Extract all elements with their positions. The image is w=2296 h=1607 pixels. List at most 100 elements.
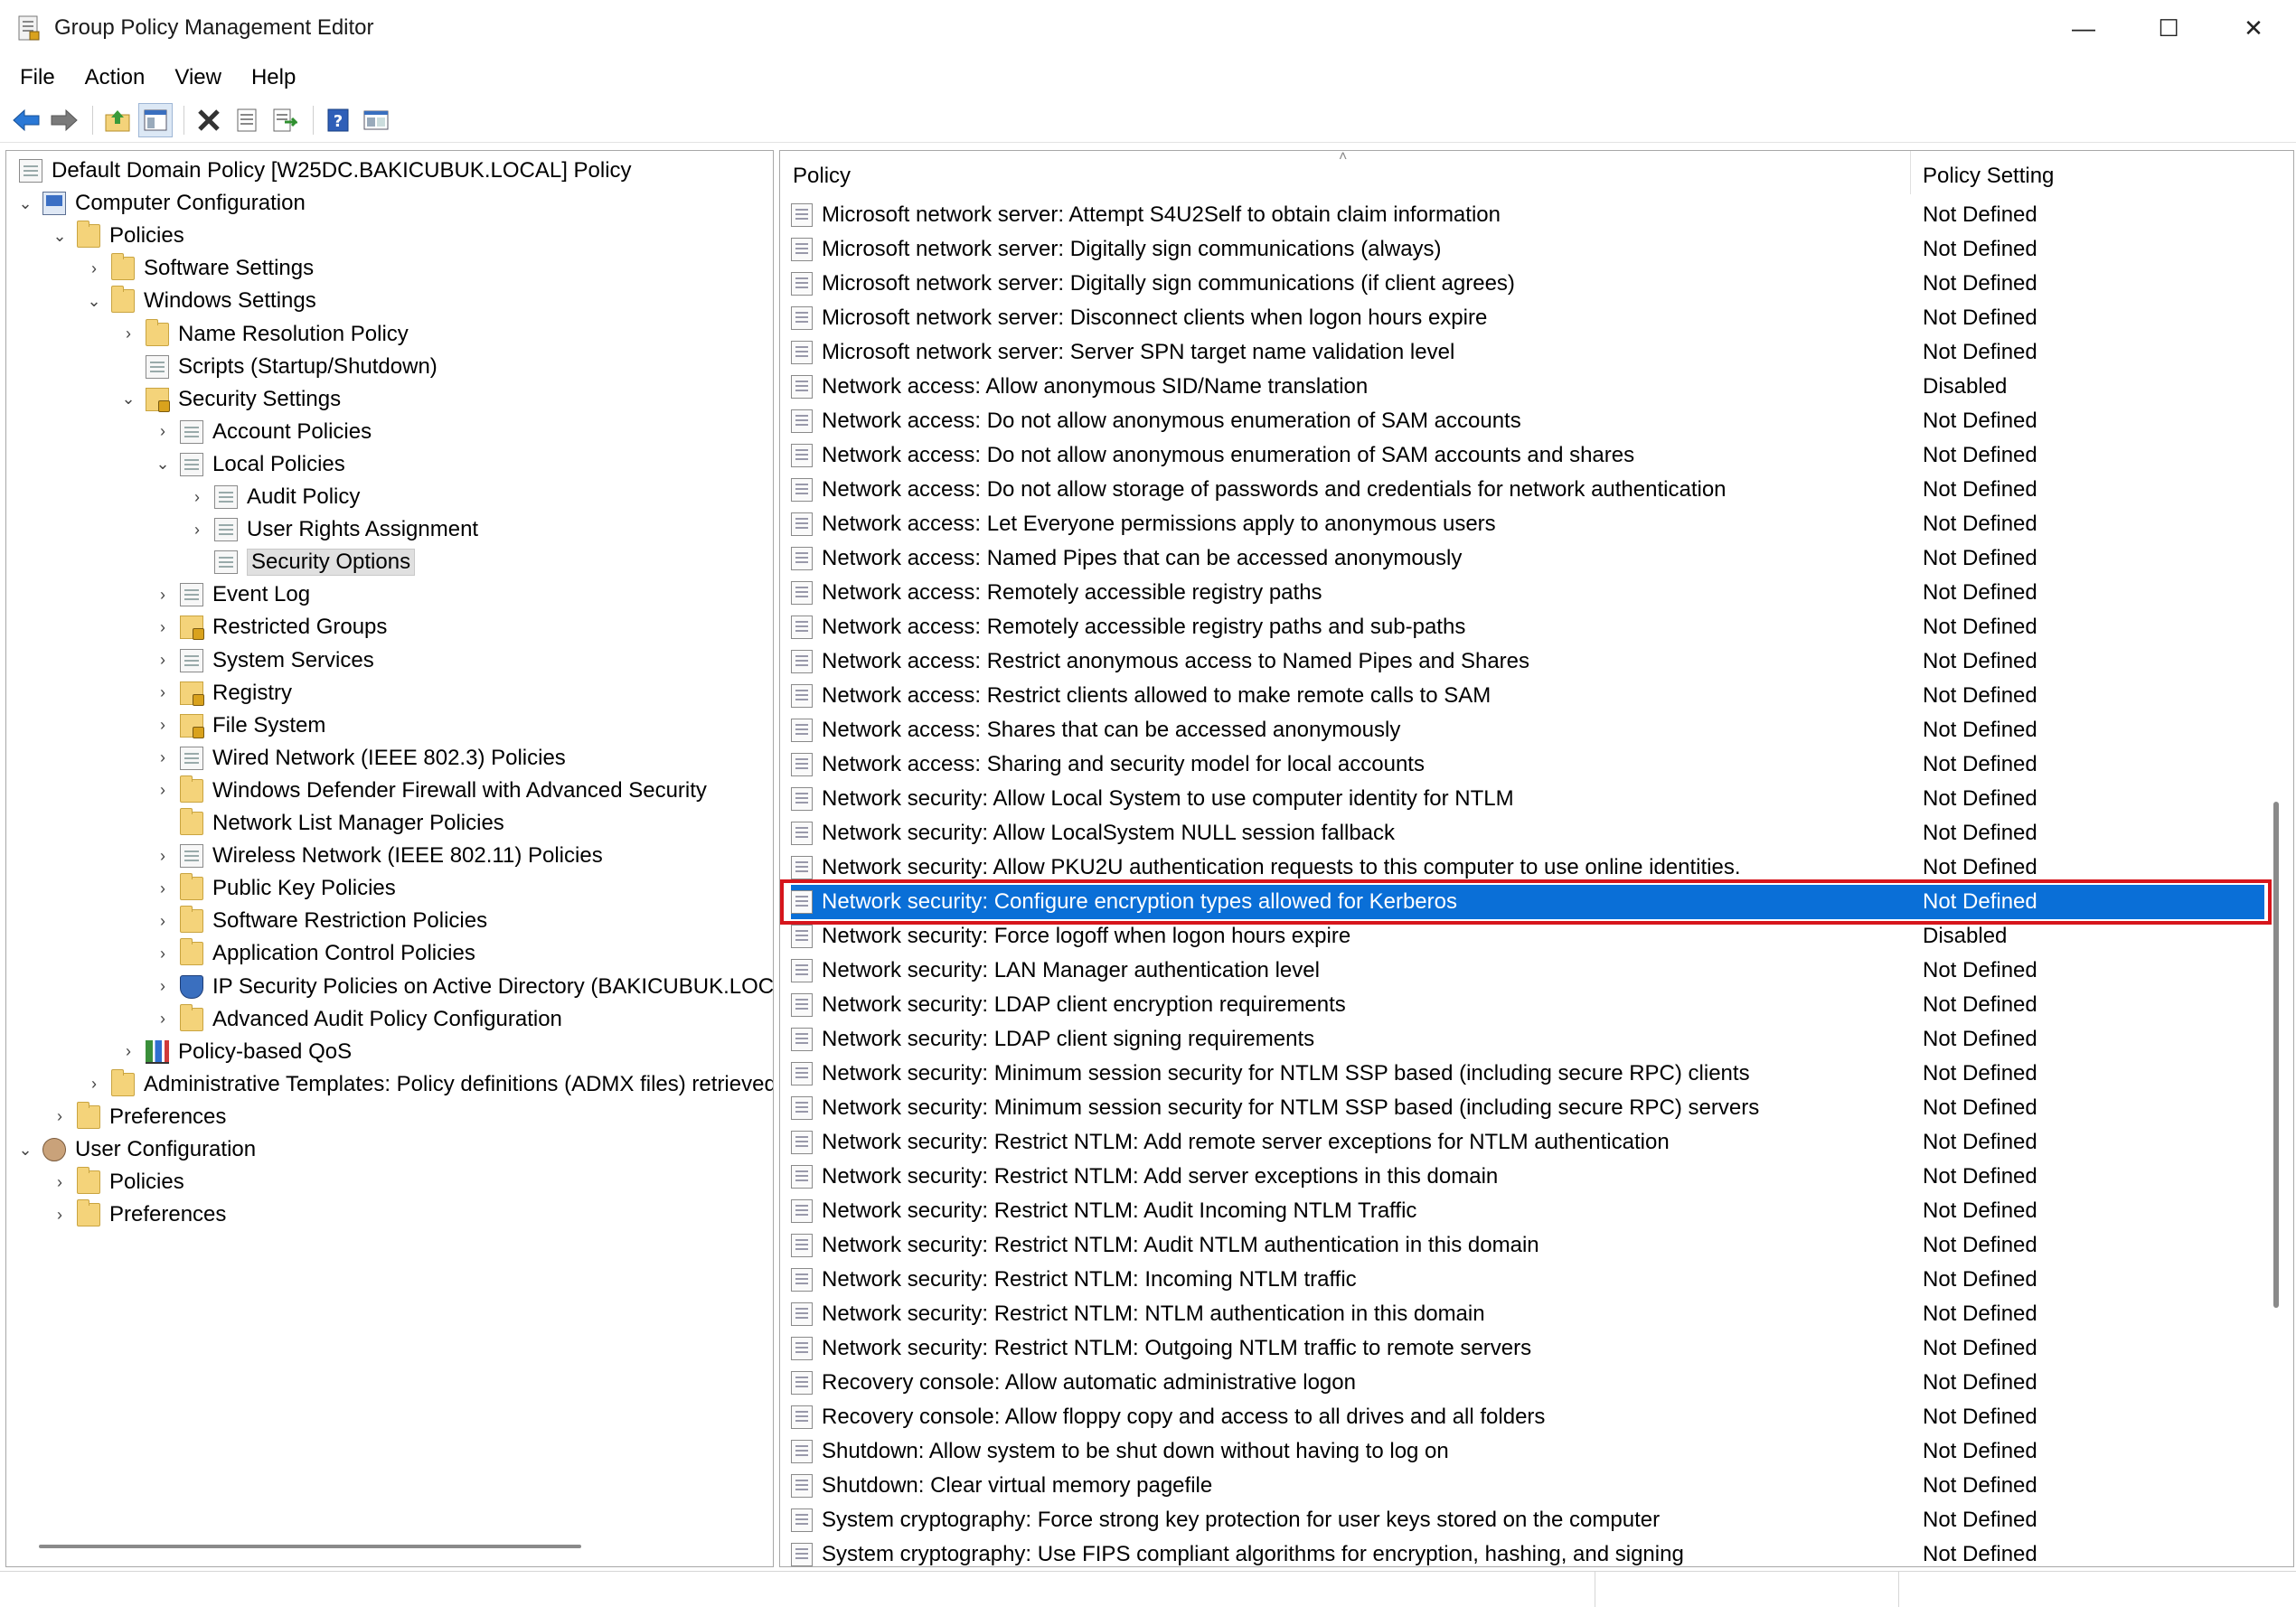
console-view-icon[interactable]	[359, 103, 393, 137]
expanded-chevron-icon[interactable]: ⌄	[118, 383, 138, 416]
list-row[interactable]: Network security: Restrict NTLM: Add rem…	[791, 1125, 2264, 1160]
vertical-scrollbar[interactable]	[2273, 802, 2279, 1308]
column-divider[interactable]	[1910, 151, 1911, 194]
tree-item[interactable]: › Policies	[50, 1166, 184, 1198]
collapsed-chevron-icon[interactable]: ›	[153, 611, 173, 644]
list-row[interactable]: Network access: Remotely accessible regi…	[791, 610, 2264, 644]
collapsed-chevron-icon[interactable]: ›	[153, 710, 173, 742]
collapsed-chevron-icon[interactable]: ›	[153, 677, 173, 710]
list-row[interactable]: Microsoft network server: Server SPN tar…	[791, 335, 2264, 370]
tree-item[interactable]: ⌄ Policies	[50, 220, 184, 252]
policy-list-pane[interactable]: ˄ Policy Policy Setting Microsoft networ…	[779, 150, 2294, 1567]
collapsed-chevron-icon[interactable]: ›	[153, 937, 173, 970]
tree-item[interactable]: › IP Security Policies on Active Director…	[153, 971, 773, 1003]
expanded-chevron-icon[interactable]: ⌄	[50, 220, 70, 252]
list-row[interactable]: Network access: Restrict anonymous acces…	[791, 644, 2264, 679]
list-row[interactable]: Network security: Restrict NTLM: Incomin…	[791, 1263, 2264, 1297]
list-row[interactable]: Shutdown: Clear virtual memory pagefile N…	[791, 1469, 2264, 1503]
tree-item[interactable]: › Preferences	[50, 1198, 226, 1231]
tree-item[interactable]: ⌄ User Configuration	[15, 1133, 256, 1166]
expanded-chevron-icon[interactable]: ⌄	[153, 448, 173, 481]
tree-item[interactable]: ⌄ Security Settings	[118, 383, 341, 416]
back-arrow-icon[interactable]	[9, 103, 43, 137]
list-row[interactable]: Microsoft network server: Attempt S4U2Se…	[791, 198, 2264, 232]
list-row[interactable]: Network security: Allow Local System to …	[791, 782, 2264, 816]
tree-item[interactable]: › Software Settings	[84, 252, 314, 285]
forward-arrow-icon[interactable]	[47, 103, 81, 137]
list-row[interactable]: Network security: Allow PKU2U authentica…	[791, 850, 2264, 885]
list-row[interactable]: Network security: LDAP client signing re…	[791, 1022, 2264, 1057]
tree-item[interactable]: › Registry	[153, 677, 292, 710]
tree-item[interactable]: › Application Control Policies	[153, 937, 475, 970]
list-row[interactable]: Network access: Let Everyone permissions…	[791, 507, 2264, 541]
close-button[interactable]: ✕	[2211, 0, 2296, 56]
tree-item[interactable]: › Wireless Network (IEEE 802.11) Policies	[153, 840, 603, 872]
menu-help[interactable]: Help	[251, 65, 309, 90]
list-row[interactable]: Network access: Restrict clients allowed…	[791, 679, 2264, 713]
list-row[interactable]: Microsoft network server: Disconnect cli…	[791, 301, 2264, 335]
menu-file[interactable]: File	[20, 65, 69, 90]
collapsed-chevron-icon[interactable]: ›	[153, 742, 173, 775]
tree-item[interactable]: › Account Policies	[153, 416, 372, 448]
list-row[interactable]: Network security: Restrict NTLM: Add ser…	[791, 1160, 2264, 1194]
tree-item[interactable]: › Audit Policy	[187, 481, 360, 513]
list-row[interactable]: Network security: Restrict NTLM: Outgoin…	[791, 1331, 2264, 1366]
collapsed-chevron-icon[interactable]: ›	[153, 578, 173, 611]
collapsed-chevron-icon[interactable]: ›	[153, 872, 173, 905]
collapsed-chevron-icon[interactable]: ›	[50, 1166, 70, 1198]
list-row[interactable]: Network access: Do not allow storage of …	[791, 473, 2264, 507]
list-row[interactable]: Network security: Minimum session securi…	[791, 1091, 2264, 1125]
list-row[interactable]: Shutdown: Allow system to be shut down w…	[791, 1434, 2264, 1469]
delete-icon[interactable]	[192, 103, 226, 137]
list-row[interactable]: Network access: Allow anonymous SID/Name…	[791, 370, 2264, 404]
list-row[interactable]: Network security: LDAP client encryption…	[791, 988, 2264, 1022]
list-row[interactable]: Microsoft network server: Digitally sign…	[791, 267, 2264, 301]
tree-item[interactable]: ⌄ Computer Configuration	[15, 187, 306, 220]
tree-item[interactable]: › Software Restriction Policies	[153, 905, 487, 937]
tree-item[interactable]: › Name Resolution Policy	[118, 318, 409, 351]
collapsed-chevron-icon[interactable]: ›	[187, 513, 207, 546]
list-row[interactable]: Recovery console: Allow floppy copy and …	[791, 1400, 2264, 1434]
minimize-button[interactable]: —	[2041, 0, 2126, 56]
list-row[interactable]: Network access: Sharing and security mod…	[791, 747, 2264, 782]
collapsed-chevron-icon[interactable]: ›	[153, 1003, 173, 1036]
properties-icon[interactable]	[230, 103, 264, 137]
collapsed-chevron-icon[interactable]: ›	[153, 775, 173, 807]
tree-item[interactable]: › User Rights Assignment	[187, 513, 478, 546]
list-row[interactable]: Network security: LAN Manager authentica…	[791, 954, 2264, 988]
collapsed-chevron-icon[interactable]: ›	[118, 1036, 138, 1068]
list-row[interactable]: Microsoft network server: Digitally sign…	[791, 232, 2264, 267]
help-icon[interactable]: ?	[321, 103, 355, 137]
collapsed-chevron-icon[interactable]: ›	[50, 1198, 70, 1231]
collapsed-chevron-icon[interactable]: ›	[187, 481, 207, 513]
collapsed-chevron-icon[interactable]: ›	[84, 1068, 104, 1101]
maximize-button[interactable]: ☐	[2126, 0, 2211, 56]
collapsed-chevron-icon[interactable]: ›	[50, 1101, 70, 1133]
list-row[interactable]: Network access: Named Pipes that can be …	[791, 541, 2264, 576]
list-row[interactable]: Network access: Do not allow anonymous e…	[791, 438, 2264, 473]
tree-item[interactable]: › Advanced Audit Policy Configuration	[153, 1003, 562, 1036]
tree-item[interactable]: › Policy-based QoS	[118, 1036, 352, 1068]
collapsed-chevron-icon[interactable]: ›	[153, 971, 173, 1003]
column-header-policy[interactable]: Policy	[793, 164, 851, 189]
expanded-chevron-icon[interactable]: ⌄	[15, 1133, 35, 1166]
tree-item[interactable]: › Wired Network (IEEE 802.3) Policies	[153, 742, 566, 775]
tree-item[interactable]: Security Options	[187, 546, 416, 578]
collapsed-chevron-icon[interactable]: ›	[153, 840, 173, 872]
list-row[interactable]: Network security: Minimum session securi…	[791, 1057, 2264, 1091]
collapsed-chevron-icon[interactable]: ›	[153, 416, 173, 448]
collapsed-chevron-icon[interactable]: ›	[153, 905, 173, 937]
tree-item[interactable]: ⌄ Local Policies	[153, 448, 345, 481]
console-tree-pane[interactable]: Default Domain Policy [W25DC.BAKICUBUK.L…	[5, 150, 774, 1567]
list-row[interactable]: Network security: Restrict NTLM: Audit I…	[791, 1194, 2264, 1228]
tree-item[interactable]: ⌄ Windows Settings	[84, 285, 316, 317]
up-folder-icon[interactable]	[100, 103, 135, 137]
export-list-icon[interactable]	[268, 103, 302, 137]
tree-item[interactable]: › Restricted Groups	[153, 611, 387, 644]
horizontal-scrollbar[interactable]	[39, 1545, 581, 1548]
list-row[interactable]: System cryptography: Use FIPS compliant …	[791, 1537, 2264, 1566]
expanded-chevron-icon[interactable]: ⌄	[84, 285, 104, 317]
collapsed-chevron-icon[interactable]: ›	[153, 644, 173, 677]
list-row[interactable]: Network security: Allow LocalSystem NULL…	[791, 816, 2264, 850]
collapsed-chevron-icon[interactable]: ›	[84, 252, 104, 285]
